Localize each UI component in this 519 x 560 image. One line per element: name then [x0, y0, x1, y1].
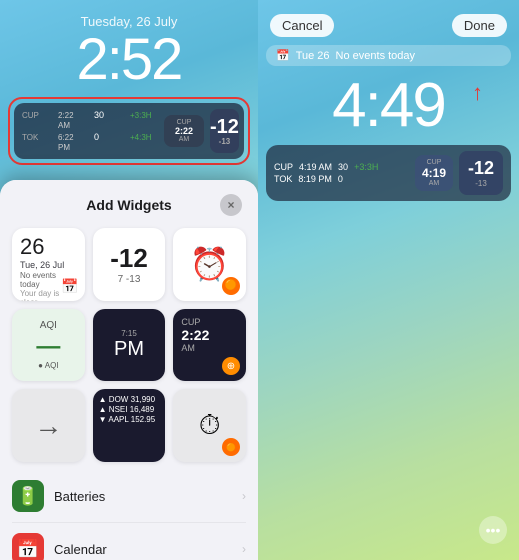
tile-cal-date: 26 — [20, 236, 44, 258]
cup-col1: 30 — [94, 110, 104, 120]
r-tok-time: 8:19 PM — [298, 174, 332, 184]
small-cup-label: CUP — [170, 119, 198, 126]
batteries-chevron: › — [242, 489, 246, 503]
r-badge-sub: -13 — [475, 179, 487, 188]
widget-small-cup: CUP 2:22 AM — [164, 115, 204, 147]
tile-aqi[interactable]: AQI — ● AQI — [12, 309, 85, 382]
r-cup-time: 4:19 AM — [299, 162, 332, 172]
r-cup-delta: +3:3H — [354, 162, 378, 172]
modal-overlay: Add Widgets × 26 Tue, 26 Jul No events t… — [0, 180, 258, 560]
right-num-badge: -12 -13 — [459, 151, 503, 195]
cup-s-sub: AM — [181, 343, 195, 353]
tile-calendar[interactable]: 26 Tue, 26 Jul No events today Your day … — [12, 228, 85, 301]
modal-close-button[interactable]: × — [220, 194, 242, 216]
time-label: 7:15 — [121, 329, 137, 338]
tile-clock[interactable]: ⏱ 🟠 — [173, 389, 246, 462]
tile-stocks[interactable]: ▲ DOW 31,990 ▲ NSEI 16,489 ▼ AAPL 152.95 — [93, 389, 166, 462]
r-cup-col1: 30 — [338, 162, 348, 172]
tile-alarm[interactable]: ⏰ 🟠 — [173, 228, 246, 301]
tile-time-big[interactable]: 7:15 PM — [93, 309, 166, 382]
right-top-bar: Cancel Done — [258, 0, 519, 45]
tok-label: TOK — [22, 133, 38, 142]
arrow-icon: → — [34, 410, 62, 442]
stock-row-1: ▲ DOW 31,990 — [99, 395, 155, 404]
cup-col2: +3:3H — [130, 111, 152, 120]
list-item-calendar[interactable]: 📅 Calendar › — [12, 523, 246, 560]
time-val: PM — [114, 338, 144, 361]
aqi-label-top: AQI — [40, 320, 57, 331]
cup-clock-icon: ⊕ — [222, 357, 240, 375]
r-badge-num: -12 — [468, 158, 494, 179]
cup-s-time: 2:22 — [181, 327, 209, 343]
widget-outlined-area: CUP 2:22 AM 30 +3:3H TOK 6:22 PM 0 +4:3H… — [8, 97, 250, 165]
cancel-button[interactable]: Cancel — [270, 14, 334, 37]
tile-arrow[interactable]: → — [12, 389, 85, 462]
widget-grid: 26 Tue, 26 Jul No events today Your day … — [0, 224, 258, 470]
cup-s-label: CUP — [181, 317, 200, 327]
modal-header: Add Widgets × — [0, 180, 258, 224]
right-widget-area: CUP 4:19 AM 30 +3:3H TOK 8:19 PM 0 CUP 4… — [266, 145, 511, 201]
badge-sub: -13 — [219, 137, 231, 146]
stock-table: CUP 2:22 AM 30 +3:3H TOK 6:22 PM 0 +4:3H — [22, 110, 158, 152]
aqi-value: — — [36, 333, 60, 361]
badge-number: -12 — [210, 117, 239, 137]
r-cup-label: CUP — [274, 162, 293, 172]
r-tok-col1: 0 — [338, 174, 343, 184]
right-date-bar: 📅 Tue 26 No events today — [266, 45, 511, 66]
stock-row-2: ▲ NSEI 16,489 — [99, 405, 155, 414]
r-small-cup-time: 4:19 — [420, 166, 448, 180]
right-events-text: No events today — [336, 50, 416, 62]
orange-clock-icon: 🟠 — [222, 277, 240, 295]
r-tok-label: TOK — [274, 174, 292, 184]
modal-title: Add Widgets — [38, 197, 220, 213]
aqi-sub: ● AQI — [38, 361, 58, 370]
small-cup-time: 2:22 — [170, 126, 198, 136]
right-stock-table: CUP 4:19 AM 30 +3:3H TOK 8:19 PM 0 — [274, 162, 409, 184]
list-item-batteries[interactable]: 🔋 Batteries › — [12, 470, 246, 523]
modal-list: 🔋 Batteries › 📅 Calendar › — [0, 470, 258, 560]
widget-row: CUP 2:22 AM 30 +3:3H TOK 6:22 PM 0 +4:3H… — [14, 103, 244, 159]
batteries-icon: 🔋 — [12, 480, 44, 512]
r-small-cup-sub: AM — [420, 180, 448, 187]
right-small-cup: CUP 4:19 AM — [415, 155, 453, 191]
stock-row-3: ▼ AAPL 152.95 — [99, 415, 156, 424]
tile-cal-month: Tue, 26 Jul — [20, 260, 64, 270]
right-date-text: Tue 26 — [296, 50, 330, 62]
left-panel: Tuesday, 26 July 2:52 CUP 2:22 AM 30 +3:… — [0, 0, 258, 560]
num-badge: -12 -13 — [210, 109, 239, 153]
tok-col1: 0 — [94, 132, 99, 142]
left-time: 2:52 — [0, 31, 258, 89]
tile-num-sub: 7 -13 — [118, 274, 141, 285]
cup-time: 2:22 AM — [58, 111, 74, 130]
alarm-icon: ⏰ — [190, 245, 230, 283]
calendar-label: Calendar — [54, 542, 107, 557]
tile-cup-small[interactable]: CUP 2:22 AM ⊕ — [173, 309, 246, 382]
clock-orange-icon: 🟠 — [222, 438, 240, 456]
arrow-indicator: ↑ — [472, 80, 483, 106]
right-calendar-icon: 📅 — [276, 49, 290, 62]
tok-time: 6:22 PM — [58, 133, 74, 152]
tile-number[interactable]: -12 7 -13 — [93, 228, 166, 301]
calendar-chevron: › — [242, 542, 246, 556]
right-bottom-dots[interactable]: ••• — [479, 516, 507, 544]
left-date: Tuesday, 26 July — [0, 14, 258, 29]
cup-label: CUP — [22, 111, 39, 120]
small-cup-sub: AM — [170, 136, 198, 143]
cal-icon: 📅 — [61, 278, 78, 295]
right-panel: Cancel Done 📅 Tue 26 No events today 4:4… — [258, 0, 519, 560]
clock-icon: ⏱ — [199, 409, 221, 442]
done-button[interactable]: Done — [452, 14, 507, 37]
left-header: Tuesday, 26 July 2:52 — [0, 0, 258, 89]
tok-col2: +4:3H — [130, 133, 152, 142]
tile-big-number: -12 — [110, 243, 148, 274]
batteries-label: Batteries — [54, 489, 105, 504]
r-small-cup-label: CUP — [420, 159, 448, 166]
calendar-list-icon: 📅 — [12, 533, 44, 560]
